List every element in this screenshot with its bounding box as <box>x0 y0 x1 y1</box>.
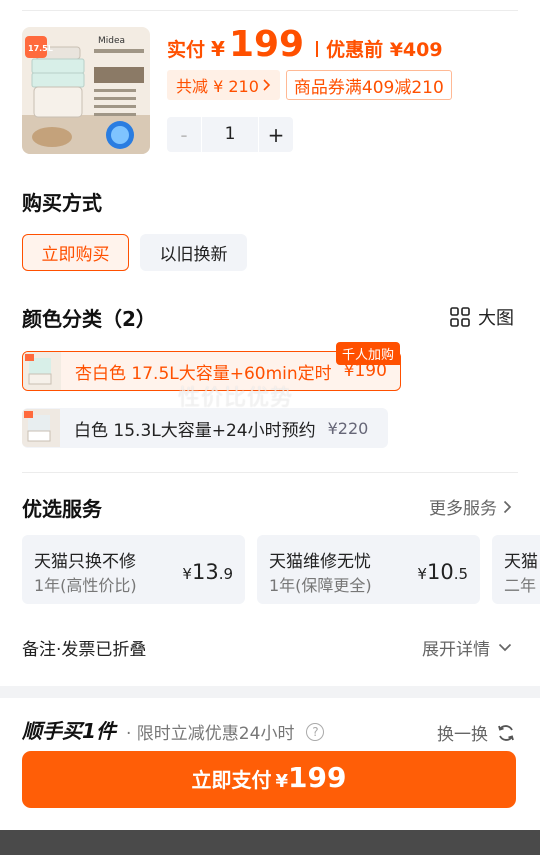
quantity-stepper: - 1 + <box>167 117 293 152</box>
pay-amount: 199 <box>288 761 347 794</box>
service-name: 天猫维修无忧 <box>269 552 371 572</box>
total-discount-tag[interactable]: 共减 ¥ 210 <box>167 70 280 100</box>
service-name: 天猫只换不修 <box>34 552 136 572</box>
increase-button[interactable]: + <box>259 123 293 147</box>
service-price: ¥10.5 <box>417 560 468 584</box>
price-row: 实付 ¥ 199 优惠前 ¥409 <box>167 24 443 68</box>
chevron-right-icon <box>503 500 512 513</box>
section-divider <box>22 472 518 473</box>
more-services-label: 更多服务 <box>429 499 497 519</box>
price-currency: ¥ <box>211 37 225 61</box>
service-desc: 1年(高性价比) <box>34 576 137 595</box>
help-icon[interactable]: ? <box>306 722 325 741</box>
notes-invoice-label: 备注·发票已折叠 <box>22 640 147 660</box>
trade-in-option[interactable]: 以旧换新 <box>140 234 247 271</box>
service-desc: 二年 <box>504 576 537 595</box>
service-card-replace[interactable]: 天猫只换不修 1年(高性价比) ¥13.9 <box>22 535 245 604</box>
pay-label: 立即支付 <box>191 768 272 792</box>
expand-details-link[interactable]: 展开详情 <box>422 635 512 660</box>
color-option-price: ¥220 <box>327 418 369 438</box>
color-option-name: 白色 15.3L大容量+24小时预约 <box>74 420 316 441</box>
section-gap <box>0 686 540 698</box>
bottom-bar <box>0 830 540 855</box>
buy-now-option[interactable]: 立即购买 <box>22 234 129 271</box>
product-image[interactable]: 17.5L Midea <box>22 27 150 154</box>
popular-badge: 千人加购 <box>335 342 400 365</box>
service-card-partial[interactable]: 天猫 二年 <box>492 535 540 604</box>
chevron-down-icon <box>498 643 512 652</box>
chevron-right-icon <box>263 79 271 91</box>
pay-currency: ¥ <box>275 771 289 792</box>
color-thumbnail <box>23 352 61 390</box>
price-value: 199 <box>228 24 305 65</box>
svg-text:Midea: Midea <box>98 36 125 46</box>
addon-subtitle-text: · 限时立减优惠24小时 <box>126 724 295 744</box>
color-thumbnail <box>22 409 60 447</box>
service-desc: 1年(保障更全) <box>269 576 372 595</box>
coupon-tag[interactable]: 商品券满409减210 <box>285 70 452 100</box>
addon-title: 顺手买1件 <box>22 719 116 743</box>
service-name: 天猫 <box>504 552 538 572</box>
original-price: 优惠前 ¥409 <box>326 39 443 61</box>
swap-button[interactable]: 换一换 <box>437 720 516 745</box>
price-label: 实付 <box>167 39 206 61</box>
expand-details-label: 展开详情 <box>422 640 490 660</box>
grid-icon <box>450 307 470 327</box>
quantity-input[interactable]: 1 <box>201 117 259 152</box>
more-services-link[interactable]: 更多服务 <box>429 494 512 519</box>
service-card-repair[interactable]: 天猫维修无忧 1年(保障更全) ¥10.5 <box>257 535 480 604</box>
refresh-icon <box>498 724 514 741</box>
pay-now-button[interactable]: 立即支付 ¥ 199 <box>22 751 516 808</box>
total-discount-label: 共减 ¥ 210 <box>176 77 259 96</box>
color-category-title: 颜色分类（2） <box>22 307 156 331</box>
purchase-method-title: 购买方式 <box>22 191 102 215</box>
coupon-row: 共减 ¥ 210 商品券满409减210 <box>167 70 452 100</box>
price-separator <box>316 41 319 57</box>
big-image-toggle[interactable]: 大图 <box>450 304 514 330</box>
svg-text:17.5L: 17.5L <box>28 44 53 53</box>
swap-label: 换一换 <box>437 725 488 745</box>
service-price: ¥13.9 <box>182 560 233 584</box>
services-title: 优选服务 <box>22 497 102 521</box>
top-divider <box>22 10 518 11</box>
decrease-button[interactable]: - <box>167 123 201 147</box>
big-image-label: 大图 <box>478 308 514 329</box>
color-option-white[interactable]: 白色 15.3L大容量+24小时预约 ¥220 <box>22 408 388 448</box>
addon-subtitle: · 限时立减优惠24小时 ? <box>126 719 325 744</box>
